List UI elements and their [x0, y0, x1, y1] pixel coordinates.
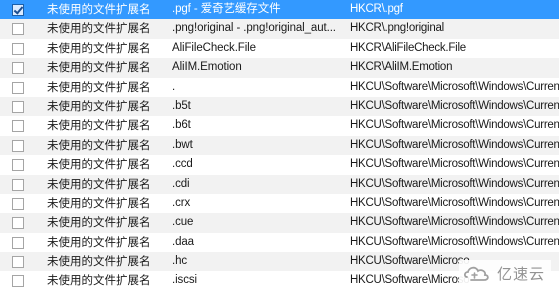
entry-name: .pgf - 爱奇艺缓存文件 — [172, 3, 281, 15]
issue-type: 未使用的文件扩展名 — [47, 195, 151, 210]
registry-path: HKCU\Software\Microsoft\Windows\CurrentV — [350, 216, 559, 229]
row-checkbox[interactable] — [12, 42, 24, 55]
entry-name: .bwt — [172, 138, 193, 151]
table-row[interactable]: 未使用的文件扩展名 .daa HKCU\Software\Microsoft\W… — [0, 233, 559, 252]
registry-path: HKCU\Software\Microsoft\Windows\CurrentV — [350, 99, 559, 112]
entry-name: .b6t — [172, 119, 191, 132]
row-checkbox-cell[interactable] — [0, 271, 36, 290]
registry-path: HKCU\Software\Microsoft\Windows\CurrentV — [350, 138, 559, 151]
row-checkbox-cell[interactable] — [0, 58, 36, 77]
entry-name: .iscsi — [172, 274, 197, 287]
table-row[interactable]: 未使用的文件扩展名 .bwt HKCU\Software\Microsoft\W… — [0, 135, 559, 156]
registry-path: HKCU\Software\Microsoft\Windows\CurrentV — [350, 119, 559, 132]
row-checkbox-cell[interactable] — [0, 233, 36, 252]
row-checkbox[interactable] — [12, 100, 24, 113]
issue-type: 未使用的文件扩展名 — [47, 40, 151, 55]
table-row[interactable]: 未使用的文件扩展名 . HKCU\Software\Microsoft\Wind… — [0, 78, 559, 97]
watermark: 亿速云 — [458, 260, 551, 286]
row-checkbox-cell[interactable] — [0, 155, 36, 174]
checkmark-icon — [13, 4, 24, 15]
row-checkbox-cell[interactable] — [0, 0, 36, 19]
issue-type: 未使用的文件扩展名 — [47, 157, 151, 172]
row-checkbox[interactable] — [12, 120, 24, 133]
entry-name: .hc — [172, 255, 188, 268]
row-checkbox-cell[interactable] — [0, 252, 36, 271]
row-checkbox-cell[interactable] — [0, 136, 36, 155]
row-checkbox-cell[interactable] — [0, 97, 36, 116]
table-row[interactable]: 未使用的文件扩展名 .crx HKCU\Software\Microsoft\W… — [0, 194, 559, 213]
row-checkbox-cell[interactable] — [0, 78, 36, 97]
issue-type: 未使用的文件扩展名 — [47, 98, 151, 113]
table-row[interactable]: 未使用的文件扩展名 .ccd HKCU\Software\Microsoft\W… — [0, 155, 559, 174]
row-checkbox[interactable] — [12, 4, 24, 16]
row-checkbox[interactable] — [12, 275, 24, 288]
row-checkbox-cell[interactable] — [0, 116, 36, 135]
row-checkbox[interactable] — [12, 23, 24, 36]
registry-path: HKCU\Software\Microsoft\Windows\CurrentV — [350, 80, 559, 93]
registry-path: HKCR\.png!original — [350, 22, 444, 35]
issue-type: 未使用的文件扩展名 — [47, 273, 151, 288]
watermark-text: 亿速云 — [496, 264, 545, 283]
row-checkbox[interactable] — [12, 256, 24, 269]
registry-path: HKCU\Software\Microsoft\Windows\CurrentV — [350, 158, 559, 171]
entry-name: .ccd — [172, 158, 193, 171]
row-checkbox[interactable] — [12, 217, 24, 230]
row-checkbox-cell[interactable] — [0, 175, 36, 194]
issue-type: 未使用的文件扩展名 — [47, 215, 151, 230]
row-checkbox[interactable] — [12, 236, 24, 249]
issue-type: 未使用的文件扩展名 — [47, 118, 151, 133]
registry-results-list[interactable]: 未使用的文件扩展名 .pgf - 爱奇艺缓存文件 HKCR\.pgf 未使用的文… — [0, 0, 559, 293]
entry-name: .crx — [172, 196, 191, 209]
table-row[interactable]: 未使用的文件扩展名 AliFileCheck.File HKCR\AliFile… — [0, 39, 559, 58]
row-checkbox-cell[interactable] — [0, 19, 36, 38]
registry-path: HKCU\Software\Microsoft\Windows\CurrentV — [350, 235, 559, 248]
row-checkbox-cell[interactable] — [0, 39, 36, 58]
issue-type: 未使用的文件扩展名 — [47, 176, 151, 191]
table-row[interactable]: 未使用的文件扩展名 .cdi HKCU\Software\Microsoft\W… — [0, 174, 559, 194]
table-row[interactable]: 未使用的文件扩展名 .b6t HKCU\Software\Microsoft\W… — [0, 116, 559, 135]
row-checkbox[interactable] — [12, 159, 24, 172]
registry-path: HKCR\AliIM.Emotion — [350, 61, 453, 74]
table-row[interactable]: 未使用的文件扩展名 .pgf - 爱奇艺缓存文件 HKCR\.pgf — [0, 0, 559, 20]
table-row[interactable]: 未使用的文件扩展名 AliIM.Emotion HKCR\AliIM.Emoti… — [0, 58, 559, 78]
row-checkbox-cell[interactable] — [0, 194, 36, 213]
entry-name: .cdi — [172, 177, 190, 190]
table-row[interactable]: 未使用的文件扩展名 .cue HKCU\Software\Microsoft\W… — [0, 213, 559, 233]
entry-name: .b5t — [172, 99, 191, 112]
issue-type: 未使用的文件扩展名 — [47, 21, 151, 36]
row-checkbox[interactable] — [12, 197, 24, 210]
table-row[interactable]: 未使用的文件扩展名 .b5t HKCU\Software\Microsoft\W… — [0, 96, 559, 117]
registry-path: HKCU\Software\Microsoft\Windows\CurrentV — [350, 177, 559, 190]
entry-name: .cue — [172, 216, 194, 229]
row-checkbox[interactable] — [12, 178, 24, 191]
registry-path: HKCR\.pgf — [350, 3, 403, 15]
issue-type: 未使用的文件扩展名 — [47, 254, 151, 269]
issue-type: 未使用的文件扩展名 — [47, 2, 151, 16]
issue-type: 未使用的文件扩展名 — [47, 137, 151, 152]
entry-name: .png!original - .png!original_aut... — [172, 22, 336, 35]
table-row[interactable]: 未使用的文件扩展名 .png!original - .png!original_… — [0, 19, 559, 39]
issue-type: 未使用的文件扩展名 — [47, 79, 151, 94]
registry-path: HKCR\AliFileCheck.File — [350, 41, 466, 54]
registry-path: HKCU\Software\Microsoft\Windows\CurrentV — [350, 196, 559, 209]
entry-name: . — [172, 80, 176, 93]
issue-type: 未使用的文件扩展名 — [47, 60, 151, 75]
entry-name: AliFileCheck.File — [172, 41, 256, 54]
yisu-cloud-logo-icon — [463, 266, 489, 281]
row-checkbox[interactable] — [12, 81, 24, 94]
issue-type: 未使用的文件扩展名 — [47, 234, 151, 249]
row-checkbox[interactable] — [12, 139, 24, 152]
entry-name: .daa — [172, 235, 194, 248]
entry-name: AliIM.Emotion — [172, 61, 242, 74]
row-checkbox-cell[interactable] — [0, 213, 36, 232]
row-checkbox[interactable] — [12, 62, 24, 75]
